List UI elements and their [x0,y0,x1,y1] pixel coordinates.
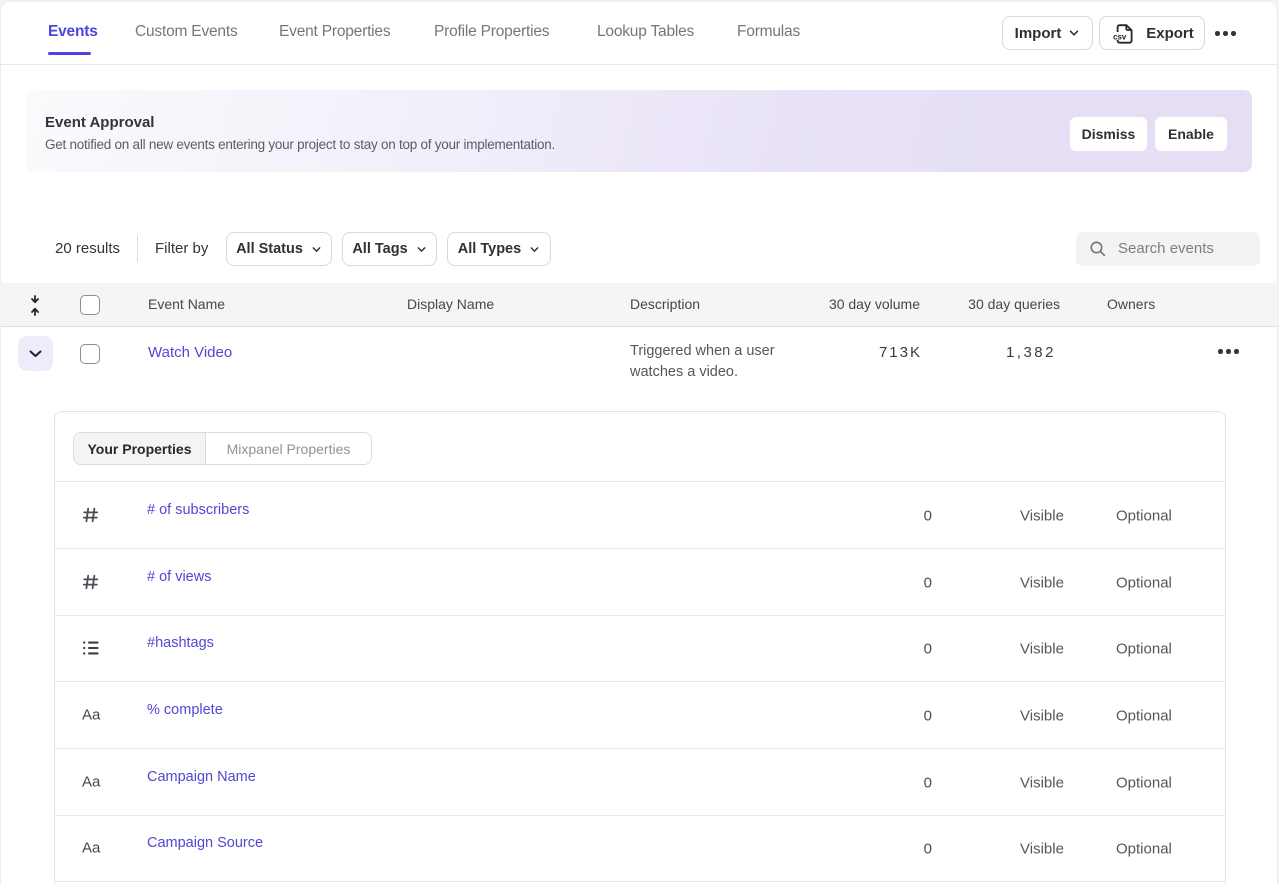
svg-text:csv: csv [1113,32,1127,41]
